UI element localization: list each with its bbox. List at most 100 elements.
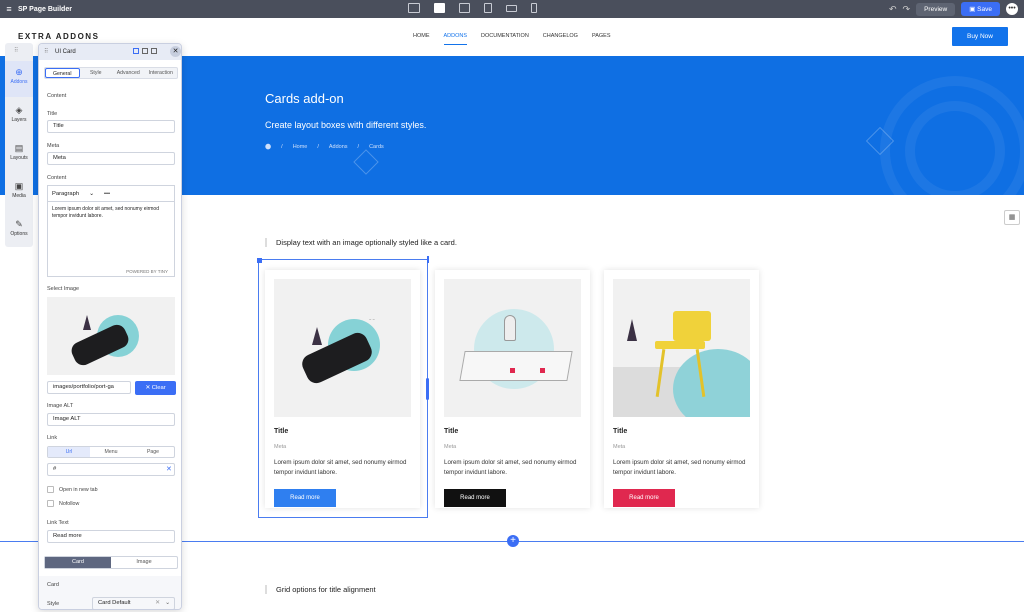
rich-text-editor[interactable]: Paragraph ⌄ ••• Lorem ipsum dolor sit am…: [47, 185, 175, 277]
link-type-menu[interactable]: Menu: [90, 447, 132, 457]
panel-header[interactable]: ⠿ UI Card ✕: [39, 44, 181, 60]
breadcrumb-home[interactable]: Home: [293, 144, 308, 150]
mode-card[interactable]: Card: [45, 557, 111, 568]
breadcrumb-separator: /: [317, 144, 319, 150]
drag-handle-icon[interactable]: ⠿: [14, 47, 18, 54]
tab-general[interactable]: General: [45, 68, 80, 78]
field-label: Title: [47, 111, 58, 117]
sidebar-item-layouts[interactable]: ▤ Layouts: [5, 143, 33, 161]
card-text: Lorem ipsum dolor sit amet, sed nonumy e…: [444, 459, 577, 476]
chevron-down-icon: ⌄: [165, 600, 170, 606]
editor-toolbar: Paragraph ⌄ •••: [48, 186, 174, 202]
grid-layout-icon[interactable]: ▦: [1004, 210, 1020, 225]
card-meta: Meta: [613, 444, 626, 450]
mobile-icon[interactable]: [531, 3, 537, 13]
ui-card[interactable]: Title Meta Lorem ipsum dolor sit amet, s…: [435, 270, 590, 508]
resize-handle[interactable]: [427, 256, 429, 263]
clear-label: Clear: [151, 385, 166, 391]
tab-interaction[interactable]: Interaction: [145, 68, 178, 78]
nav-pages[interactable]: PAGES: [592, 33, 611, 45]
clear-url-icon[interactable]: ✕: [166, 465, 172, 473]
sidebar-item-label: Media: [12, 193, 26, 199]
laptop-icon[interactable]: [434, 3, 445, 13]
desktop-icon[interactable]: [408, 3, 420, 13]
dock-right-icon[interactable]: [151, 48, 157, 54]
site-logo: EXTRA ADDONS: [18, 32, 100, 41]
image-alt-field[interactable]: Image ALT: [47, 413, 175, 426]
meta-field[interactable]: Meta: [47, 152, 175, 165]
options-icon: ✎: [15, 219, 23, 229]
tab-advanced[interactable]: Advanced: [112, 68, 145, 78]
sidebar-item-addons[interactable]: ⊕ Addons: [5, 61, 33, 97]
format-select[interactable]: Paragraph: [52, 191, 79, 197]
resize-handle[interactable]: [257, 258, 262, 263]
site-nav: HOME ADDONS DOCUMENTATION CHANGELOG PAGE…: [413, 33, 611, 45]
builder-sidebar: ⠿ ⊕ Addons ◈ Layers ▤ Layouts ▣ Media ✎ …: [5, 43, 33, 247]
chevron-down-icon[interactable]: ⌄: [89, 191, 94, 197]
sidebar-item-label: Layouts: [10, 155, 28, 161]
buy-now-button[interactable]: Buy Now: [952, 27, 1008, 46]
breadcrumb-separator: /: [281, 144, 283, 150]
read-more-button[interactable]: Read more: [613, 489, 675, 507]
sidebar-item-layers[interactable]: ◈ Layers: [5, 105, 33, 123]
plus-circle-icon: ⊕: [15, 67, 23, 77]
mode-image[interactable]: Image: [111, 557, 177, 568]
card-text: Lorem ipsum dolor sit amet, sed nonumy e…: [613, 459, 746, 476]
style-select[interactable]: Card Default ✕ ⌄: [92, 597, 175, 609]
sidebar-item-label: Layers: [11, 117, 27, 123]
card-image: ~ ~: [274, 279, 411, 417]
ui-card[interactable]: Title Meta Lorem ipsum dolor sit amet, s…: [604, 270, 759, 508]
copy-icon[interactable]: [133, 48, 139, 54]
card-title: Title: [613, 428, 628, 435]
addon-settings-panel: ⠿ UI Card ✕ General Style Advanced Inter…: [38, 43, 182, 610]
more-icon[interactable]: •••: [104, 191, 110, 197]
breadcrumb-addons[interactable]: Addons: [329, 144, 348, 150]
close-icon[interactable]: ✕: [170, 46, 181, 57]
drag-handle-icon[interactable]: ⠿: [44, 48, 48, 55]
clear-icon[interactable]: ✕: [155, 598, 160, 609]
read-more-button[interactable]: Read more: [274, 489, 336, 507]
redo-icon[interactable]: ↷: [903, 4, 911, 15]
ui-card[interactable]: ~ ~ Title Meta Lorem ipsum dolor sit ame…: [265, 270, 420, 508]
more-icon[interactable]: •••: [1006, 3, 1018, 15]
tab-style[interactable]: Style: [80, 68, 113, 78]
location-icon: ⬤: [265, 144, 272, 150]
card-image: [613, 279, 750, 417]
open-new-tab-checkbox[interactable]: Open in new tab: [47, 486, 98, 493]
link-text-field[interactable]: Read more: [47, 530, 175, 543]
nav-home[interactable]: HOME: [413, 33, 430, 45]
save-button[interactable]: ▣ Save: [961, 2, 1000, 16]
editor-content[interactable]: Lorem ipsum dolor sit amet, sed nonumy e…: [48, 202, 174, 224]
read-more-button[interactable]: Read more: [444, 489, 506, 507]
card-text: Lorem ipsum dolor sit amet, sed nonumy e…: [274, 459, 407, 476]
sidebar-item-options[interactable]: ✎ Options: [5, 219, 33, 237]
preview-button[interactable]: Preview: [916, 2, 956, 16]
image-path-field[interactable]: images/portfolio/port-ga: [47, 381, 131, 394]
clear-image-button[interactable]: ✕ Clear: [135, 381, 176, 395]
tablet-icon[interactable]: [484, 3, 492, 13]
checkbox-icon: [47, 500, 54, 507]
menu-icon[interactable]: ≡: [0, 4, 18, 14]
device-switcher: [408, 3, 537, 13]
add-section-button[interactable]: +: [507, 535, 519, 547]
nav-addons[interactable]: ADDONS: [443, 33, 468, 45]
field-label: Style: [47, 601, 60, 607]
field-label: Link Text: [47, 520, 69, 526]
link-type-url[interactable]: Url: [48, 447, 90, 457]
undo-icon[interactable]: ↶: [889, 4, 897, 15]
title-field[interactable]: Title: [47, 120, 175, 133]
url-field[interactable]: #: [47, 463, 175, 476]
mode-switch: Card Image: [44, 556, 178, 569]
nav-changelog[interactable]: CHANGELOG: [543, 33, 578, 45]
sidebar-item-media[interactable]: ▣ Media: [5, 181, 33, 199]
link-type-page[interactable]: Page: [132, 447, 174, 457]
mobile-landscape-icon[interactable]: [506, 5, 517, 12]
nofollow-checkbox[interactable]: Nofollow: [47, 500, 79, 507]
checkbox-label: Open in new tab: [59, 486, 98, 493]
nav-documentation[interactable]: DOCUMENTATION: [481, 33, 529, 45]
image-preview[interactable]: [47, 297, 175, 375]
resize-handle[interactable]: [426, 378, 429, 400]
dock-left-icon[interactable]: [142, 48, 148, 54]
tablet-landscape-icon[interactable]: [459, 3, 470, 13]
panel-tabs: General Style Advanced Interaction: [44, 67, 178, 79]
